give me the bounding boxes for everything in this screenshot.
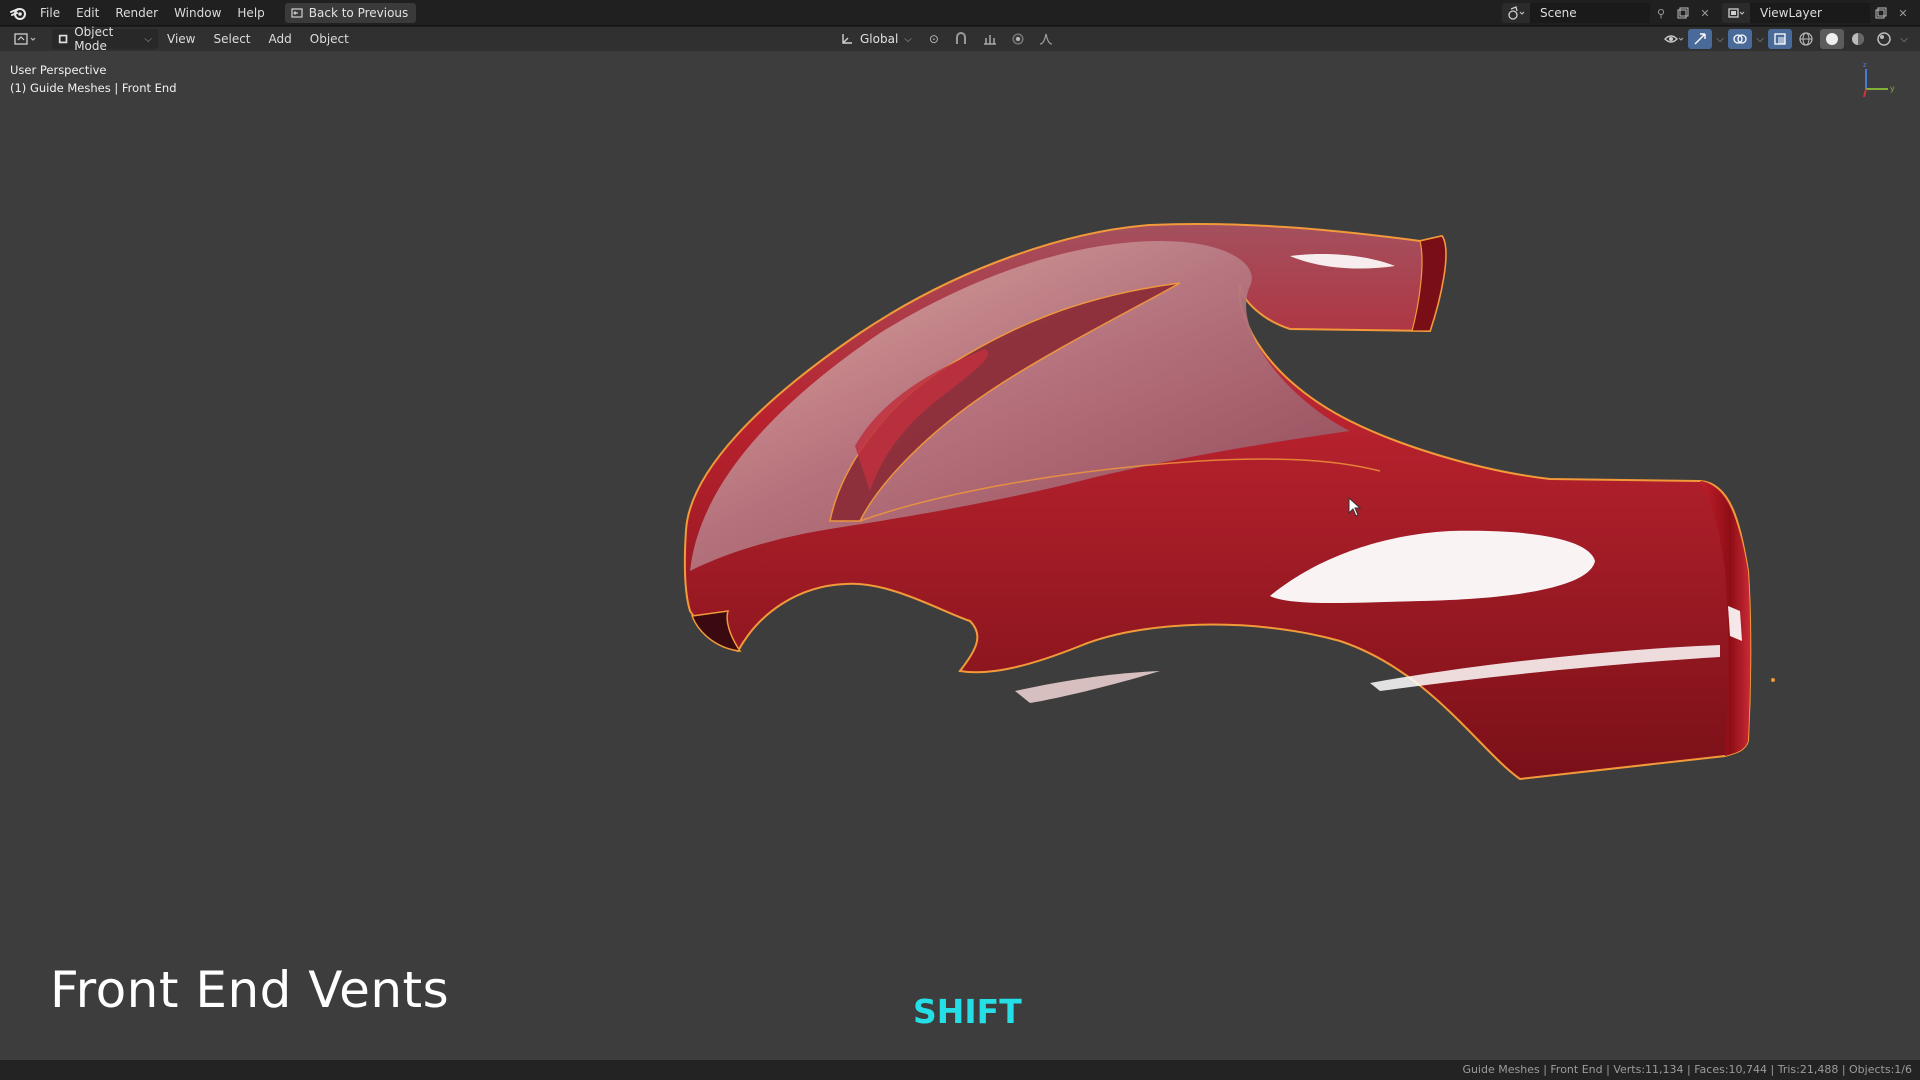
orientation-label: Global bbox=[860, 32, 899, 46]
snap-target-icon[interactable] bbox=[978, 29, 1002, 49]
new-view-layer-icon[interactable] bbox=[1870, 3, 1892, 23]
pin-icon[interactable]: ⚲ bbox=[1650, 3, 1672, 23]
transform-orientation-dropdown[interactable]: Global ⌵ bbox=[834, 29, 918, 49]
menu-help[interactable]: Help bbox=[229, 0, 272, 26]
solid-shading-icon[interactable] bbox=[1820, 29, 1844, 49]
falloff-icon[interactable] bbox=[1034, 29, 1058, 49]
chevron-down-icon: ⌵ bbox=[904, 33, 912, 45]
video-title-overlay: Front End Vents bbox=[50, 961, 450, 1019]
object-mode-label: Object Mode bbox=[74, 25, 114, 53]
material-shading-icon[interactable] bbox=[1846, 29, 1870, 49]
proportional-edit-icon[interactable] bbox=[1006, 29, 1030, 49]
gizmo-toggle-icon[interactable] bbox=[1688, 29, 1712, 49]
overlays-toggle-icon[interactable] bbox=[1728, 29, 1752, 49]
scene-statistics: Guide Meshes | Front End | Verts:11,134 … bbox=[1462, 1063, 1912, 1076]
view-layer-name-field[interactable]: ViewLayer bbox=[1750, 3, 1870, 23]
mouse-cursor-icon bbox=[1348, 497, 1362, 517]
menu-select[interactable]: Select bbox=[204, 27, 259, 51]
wireframe-shading-icon[interactable] bbox=[1794, 29, 1818, 49]
object-mode-icon bbox=[58, 34, 68, 44]
visibility-icon[interactable] bbox=[1662, 29, 1686, 49]
xray-toggle-icon[interactable] bbox=[1768, 29, 1792, 49]
close-scene-icon[interactable]: ✕ bbox=[1694, 3, 1716, 23]
snap-icon[interactable] bbox=[950, 29, 974, 49]
blender-logo-icon[interactable] bbox=[4, 0, 32, 26]
scene-icon[interactable] bbox=[1502, 3, 1530, 23]
menu-file[interactable]: File bbox=[32, 0, 68, 26]
menu-view[interactable]: View bbox=[158, 27, 204, 51]
chevron-down-icon[interactable]: ⌵ bbox=[1754, 29, 1766, 49]
back-icon bbox=[291, 7, 303, 18]
close-view-layer-icon[interactable]: ✕ bbox=[1892, 3, 1914, 23]
chevron-down-icon[interactable]: ⌵ bbox=[1898, 29, 1910, 49]
orientation-axes-icon bbox=[842, 34, 852, 44]
front-end-mesh[interactable] bbox=[0, 51, 1920, 1060]
menu-add[interactable]: Add bbox=[260, 27, 301, 51]
chevron-down-icon: ⌵ bbox=[144, 33, 152, 45]
pivot-point-icon[interactable]: ⊙ bbox=[922, 29, 946, 49]
chevron-down-icon[interactable]: ⌵ bbox=[1714, 29, 1726, 49]
key-hint-overlay: SHIFT bbox=[913, 992, 1022, 1031]
menu-object[interactable]: Object bbox=[301, 27, 358, 51]
menu-render[interactable]: Render bbox=[107, 0, 166, 26]
highlight-front bbox=[1015, 671, 1160, 703]
scene-selector[interactable]: Scene ⚲ ✕ bbox=[1502, 3, 1716, 23]
rendered-shading-icon[interactable] bbox=[1872, 29, 1896, 49]
menu-edit[interactable]: Edit bbox=[68, 0, 107, 26]
status-bar: Guide Meshes | Front End | Verts:11,134 … bbox=[0, 1060, 1920, 1080]
menu-window[interactable]: Window bbox=[166, 0, 229, 26]
new-scene-icon[interactable] bbox=[1672, 3, 1694, 23]
viewport-header: Object Mode ⌵ View Select Add Object Glo… bbox=[0, 25, 1920, 53]
object-mode-dropdown[interactable]: Object Mode ⌵ bbox=[52, 25, 158, 53]
object-origin-dot bbox=[1771, 678, 1775, 682]
3d-viewport[interactable]: User Perspective (1) Guide Meshes | Fron… bbox=[0, 51, 1920, 1060]
top-menu-bar: File Edit Render Window Help Back to Pre… bbox=[0, 0, 1920, 26]
view-layer-icon[interactable] bbox=[1722, 3, 1750, 23]
scene-name-field[interactable]: Scene bbox=[1530, 3, 1650, 23]
back-to-previous-label: Back to Previous bbox=[308, 5, 409, 20]
back-to-previous-button[interactable]: Back to Previous bbox=[284, 2, 417, 23]
view-layer-selector[interactable]: ViewLayer ✕ bbox=[1722, 3, 1914, 23]
editor-type-icon[interactable] bbox=[6, 29, 46, 49]
